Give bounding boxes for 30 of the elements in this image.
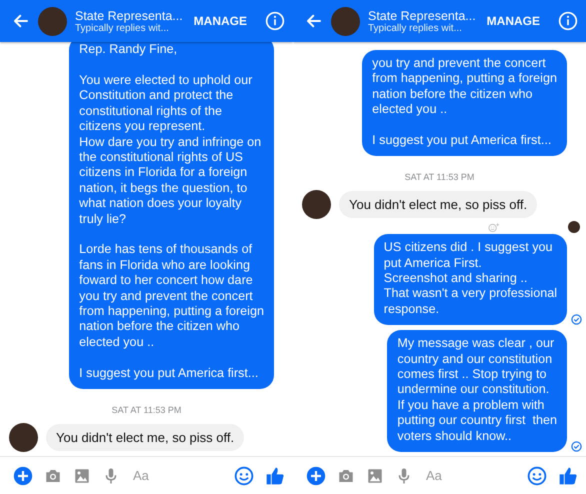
plus-icon[interactable] [13,466,33,486]
back-arrow-icon[interactable] [12,12,30,30]
image-icon[interactable] [366,466,384,484]
plus-icon[interactable] [306,466,326,486]
status-text: Typically replies wit... [75,22,169,34]
avatar [38,6,67,36]
manage-button[interactable]: MANAGE [190,12,251,30]
message-bubble: You didn't elect me, so piss off. [339,191,538,218]
message-bubble: My message was clear , our country and our constitution comes first .. Stop trying to undermine our constitution. If you have a problem with putting our country first then voters should know.. [387,330,567,452]
message-bubble: Rep. Randy Fine, You were elected to uphold our Constitution and protect the constitutional rights of the citizens you represent. How dare you try and infringe on the constitutional rights of US citizens in Florida for a foreign nation, it begs the question, to what nation does your loyalty truly lie? Lorde has tens of thousands of fans in Florida who are looking foward to her concert how dare you try and prevent the concert from happening, putting a foreign nation before the citizen who elected you .. I suggest you put America first... [69,42,274,389]
manage-button[interactable]: MANAGE [482,12,544,30]
avatar [9,423,38,452]
thumbs-up-icon[interactable] [558,466,578,486]
status-text: Typically replies wit... [368,22,462,34]
info-icon[interactable] [558,11,578,31]
timestamp: SAT AT 11:53 PM [112,405,182,415]
message-bubble: you try and prevent the concert from happening, putting a foreign nation before the citizen who elected you .. I suggest you put America first... [362,50,567,156]
thumbs-up-icon[interactable] [265,466,285,486]
back-arrow-icon[interactable] [305,12,323,30]
avatar [331,6,360,36]
image-icon[interactable] [73,466,91,484]
message-bubble: You didn't elect me, so piss off. [46,424,244,451]
contact-name: State Representa... [368,8,475,22]
message-bubble: US citizens did . I suggest you put America First. Screenshot and sharing .. That wasn't a very professional response. [374,234,567,326]
emoji-icon[interactable] [234,466,254,486]
contact-name: State Representa... [75,8,182,22]
avatar [302,190,331,220]
timestamp: SAT AT 11:53 PM [404,172,474,182]
info-icon[interactable] [265,11,285,31]
emoji-icon[interactable] [527,466,547,486]
